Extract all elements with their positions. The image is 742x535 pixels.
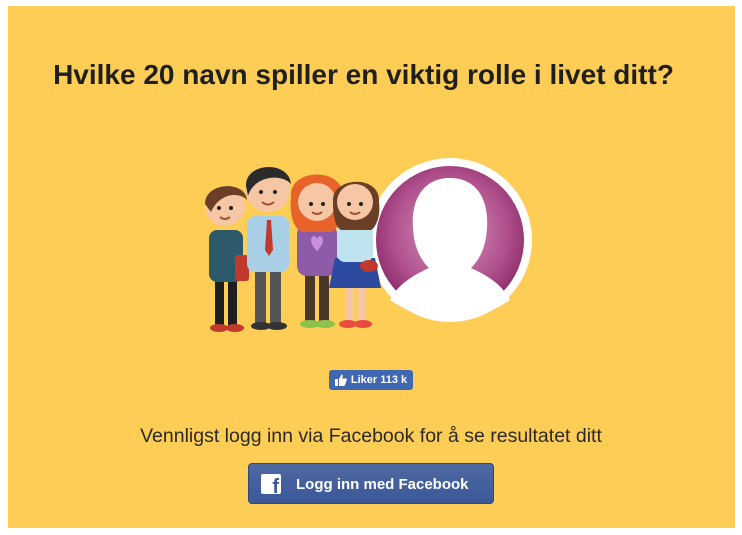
person-illustration-2: [245, 166, 291, 330]
person-illustration-1: [205, 186, 249, 332]
friends-illustration: [185, 140, 535, 340]
like-count-label: Liker 113 k: [350, 374, 408, 386]
facebook-like-button[interactable]: Liker 113 k: [329, 370, 413, 390]
thumbs-up-icon: [334, 374, 347, 386]
login-prompt: Vennligst logg inn via Facebook for å se…: [140, 425, 602, 447]
facebook-login-label: Logg inn med Facebook: [296, 476, 469, 493]
profile-avatar-icon: [368, 158, 532, 322]
facebook-login-button[interactable]: f Logg inn med Facebook: [248, 463, 494, 504]
facebook-logo-icon: f: [261, 474, 281, 497]
quiz-title: Hvilke 20 navn spiller en viktig rolle i…: [53, 59, 674, 90]
